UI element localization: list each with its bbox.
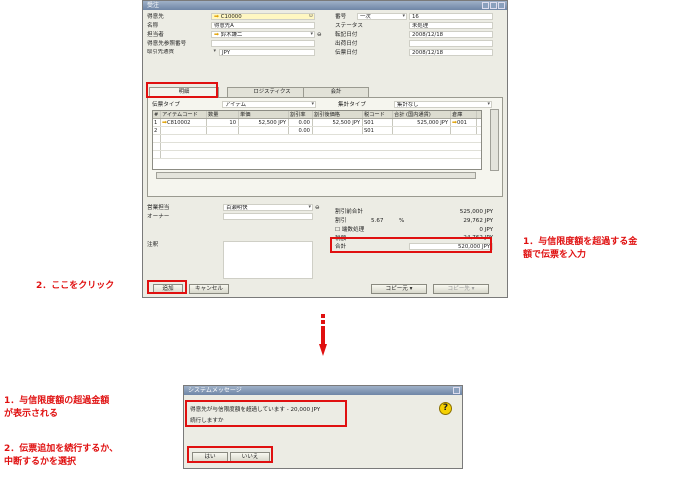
table-row[interactable]: [153, 135, 481, 143]
question-icon: ?: [439, 402, 452, 415]
delivery-date-label: 出荷日付: [335, 41, 358, 47]
note-3: 1．与信限度額の超過金額 が表示される: [4, 396, 110, 419]
doc-date-field[interactable]: 2008/12/18: [409, 49, 493, 56]
item-type-select[interactable]: アイテム ▾: [222, 101, 316, 108]
before-discount-label: 割引前合計: [335, 209, 363, 215]
link-arrow-icon[interactable]: ➡: [214, 32, 219, 37]
horizontal-scrollbar[interactable]: [156, 172, 476, 179]
customer-label: 得意先: [147, 14, 164, 20]
contact-detail-icon[interactable]: ⊖: [317, 31, 322, 39]
buttons-highlight-box: [187, 446, 273, 463]
close-icon[interactable]: [498, 2, 505, 9]
chevron-down-icon: ▾: [487, 101, 490, 107]
sales-employee-detail-icon[interactable]: ⊖: [315, 204, 320, 212]
table-row[interactable]: 2 0.00 S01: [153, 127, 481, 135]
currency-type-select[interactable]: 取引先通貨 ▾: [145, 49, 217, 56]
percent-sign: %: [399, 218, 405, 224]
lookup-icon[interactable]: ⊙: [309, 14, 313, 19]
note-2: 2．ここをクリック: [36, 281, 115, 291]
contact-label: 担当者: [147, 32, 164, 38]
dialog-title: システムメッセージ: [188, 387, 242, 394]
window-title-bar[interactable]: 受注: [143, 1, 507, 10]
add-button-highlight-box: [147, 280, 187, 294]
discount-label: 割引: [335, 218, 347, 224]
summary-type-select[interactable]: 集計なし ▾: [394, 101, 492, 108]
currency-field[interactable]: JPY: [219, 49, 315, 56]
note-1: 1．与信限度額を超過する金 額で伝票を入力: [523, 237, 638, 260]
customer-field[interactable]: ➡ C10000 ⊙: [211, 13, 315, 20]
copy-to-button[interactable]: コピー先 ▾: [433, 284, 489, 294]
sales-employee-label: 営業担当: [147, 205, 170, 211]
remarks-label: 注釈: [147, 242, 159, 248]
maximize-icon[interactable]: [490, 2, 497, 9]
chevron-down-icon: ▾: [310, 31, 313, 37]
contact-field[interactable]: ➡ 鈴木謙二 ▾: [211, 31, 315, 38]
table-row[interactable]: [153, 151, 481, 159]
vertical-scrollbar[interactable]: [490, 109, 499, 171]
customer-ref-label: 得意先参照番号: [147, 41, 187, 47]
number-label: 番号: [335, 14, 347, 20]
name-field[interactable]: 得意先A: [211, 22, 315, 29]
grid-header: # アイテムコード 数量 単価 割引率 割引後価格 税コード 合計 (国内通貨)…: [153, 111, 481, 119]
message-highlight-box: [185, 400, 347, 427]
status-label: ステータス: [335, 23, 363, 29]
window-title: 受注: [147, 2, 160, 9]
item-type-label: 伝票タイプ: [152, 102, 180, 108]
copy-from-button[interactable]: コピー元 ▾: [371, 284, 427, 294]
table-row[interactable]: 1 ➡C810002 10 52,500 JPY 0.00 52,500 JPY…: [153, 119, 481, 127]
rounding-value: 0 JPY: [479, 227, 493, 233]
customer-ref-field[interactable]: [211, 40, 315, 47]
items-grid[interactable]: # アイテムコード 数量 単価 割引率 割引後価格 税コード 合計 (国内通貨)…: [152, 110, 482, 170]
link-arrow-icon[interactable]: ➡: [214, 14, 219, 19]
down-arrow-icon: [319, 314, 327, 356]
discount-value: 29,762 JPY: [463, 218, 493, 224]
sales-order-window: 受注 得意先 名称 担当者 得意先参照番号 取引先通貨 ▾ ➡ C10000 ⊙ 得…: [142, 0, 508, 298]
doc-date-label: 伝票日付: [335, 50, 358, 56]
number-field[interactable]: 16: [409, 13, 493, 20]
number-series-select[interactable]: 一次 ▾: [357, 13, 407, 20]
chevron-down-icon: ▾: [311, 101, 314, 107]
owner-field[interactable]: [223, 213, 313, 220]
tab-highlight-box: [146, 82, 218, 98]
cancel-button[interactable]: キャンセル: [189, 284, 229, 294]
owner-label: オーナー: [147, 214, 170, 220]
status-field[interactable]: 未処理: [409, 22, 493, 29]
remarks-field[interactable]: [223, 241, 313, 279]
chevron-down-icon: ▾: [213, 49, 216, 54]
chevron-down-icon: ▾: [308, 204, 311, 210]
total-highlight-box: [330, 237, 492, 253]
table-row[interactable]: [153, 143, 481, 151]
contents-panel: 伝票タイプ アイテム ▾ 集計タイプ 集計なし ▾ # アイテムコード 数量 単価 …: [147, 97, 503, 197]
chevron-down-icon: ▾: [402, 13, 405, 19]
summary-type-label: 集計タイプ: [338, 102, 366, 108]
dialog-title-bar[interactable]: システムメッセージ: [184, 386, 462, 395]
rounding-checkbox[interactable]: ☐ 端数処理: [335, 226, 364, 234]
sales-employee-select[interactable]: 百瀬明快 ▾: [223, 204, 313, 211]
posting-date-label: 転記日付: [335, 32, 358, 38]
delivery-date-field[interactable]: [409, 40, 493, 47]
tab-accounting[interactable]: 会計: [303, 87, 369, 97]
before-discount-value: 525,000 JPY: [459, 209, 493, 215]
name-label: 名称: [147, 23, 159, 29]
note-4: 2．伝票追加を続行するか、 中断するかを選択: [4, 444, 119, 467]
posting-date-field[interactable]: 2008/12/18: [409, 31, 493, 38]
minimize-icon[interactable]: [482, 2, 489, 9]
close-icon[interactable]: [453, 387, 460, 394]
discount-pct[interactable]: 5.67: [371, 217, 383, 225]
